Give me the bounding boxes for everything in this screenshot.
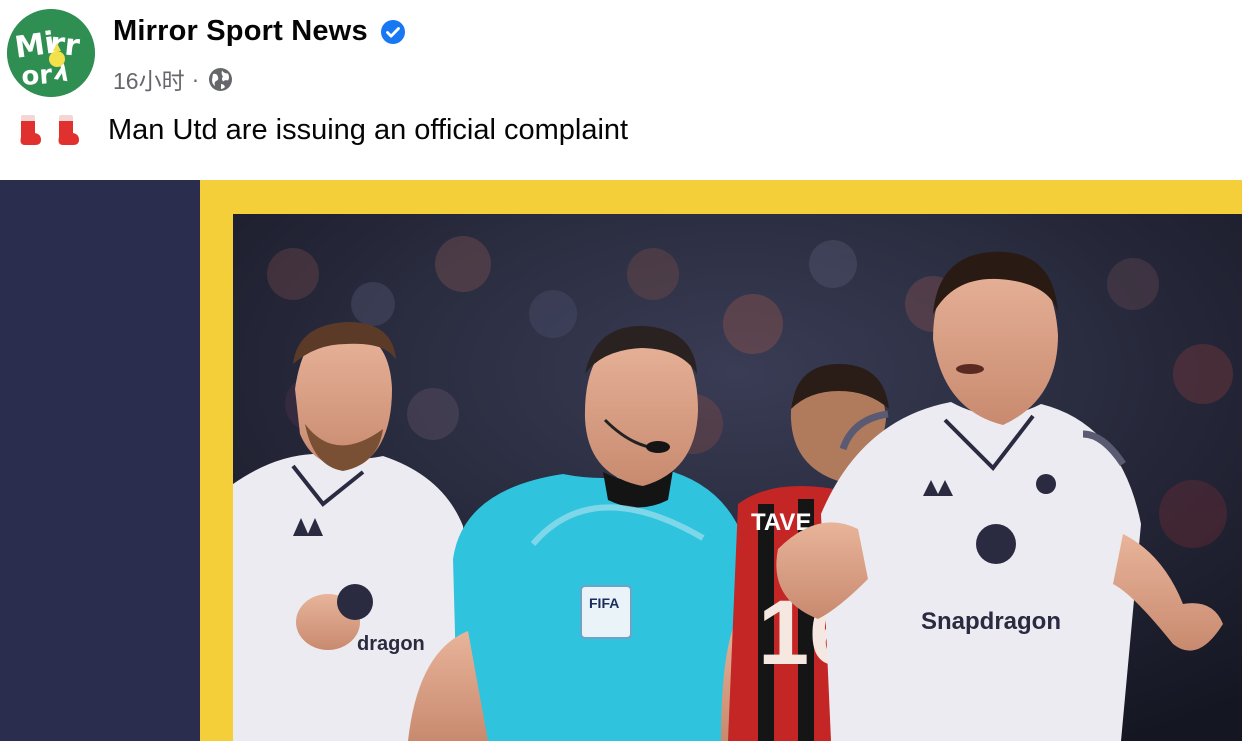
verified-badge-icon xyxy=(380,19,406,45)
globe-icon[interactable] xyxy=(208,67,233,92)
match-photo[interactable]: dragon FIFA TAVE 16 Snapdragon xyxy=(233,214,1242,741)
page-name[interactable]: Mirror Sport News xyxy=(113,15,406,48)
image-navy-strip xyxy=(0,180,200,741)
red-sock-emoji-icon xyxy=(53,113,81,147)
page-name-text[interactable]: Mirror Sport News xyxy=(113,15,368,48)
left-sponsor-text: dragon xyxy=(357,633,425,655)
svg-text:or: or xyxy=(20,60,53,92)
right-sponsor-text: Snapdragon xyxy=(921,608,1061,635)
post-meta: 16小时 · xyxy=(113,62,233,96)
page-avatar[interactable]: Mi rr or λ xyxy=(7,9,95,97)
fifa-badge-text: FIFA xyxy=(589,595,619,611)
meta-separator: · xyxy=(191,65,200,92)
post-timestamp[interactable]: 16小时 xyxy=(113,62,185,96)
post-text: Man Utd are issuing an official complain… xyxy=(15,113,628,147)
red-sock-emoji-icon xyxy=(15,113,43,147)
mirror-sport-logo: Mi rr or λ xyxy=(7,9,95,97)
post-message: Man Utd are issuing an official complain… xyxy=(108,113,629,146)
post-image[interactable]: dragon FIFA TAVE 16 Snapdragon xyxy=(0,180,1242,741)
